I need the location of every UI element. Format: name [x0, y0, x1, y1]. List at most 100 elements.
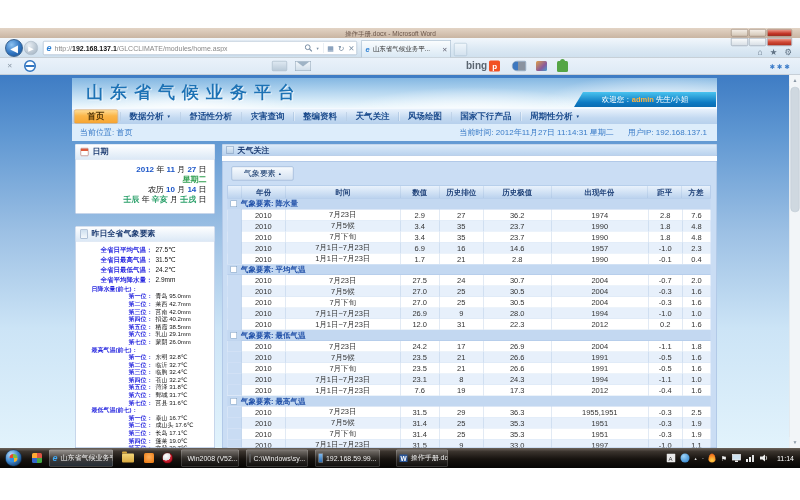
messenger-icon[interactable] — [681, 454, 690, 463]
taskbar-button-3[interactable]: 192.168.59.99... — [315, 450, 380, 467]
ie-minimize-button[interactable] — [731, 38, 748, 46]
word-close-button[interactable] — [767, 29, 792, 37]
taskbar-button-4[interactable]: W操作手册.docx .. — [396, 450, 448, 467]
cell: 2010 — [242, 297, 286, 308]
browser-tab[interactable]: e 山东省气候业务平... ✕ — [361, 40, 451, 58]
start-button[interactable] — [5, 450, 22, 467]
tab-favicon: e — [366, 45, 370, 54]
cell: 23.7 — [484, 220, 552, 231]
element-filter-button[interactable]: 气象要素▴ — [232, 167, 294, 181]
row-checkbox-cell — [228, 231, 242, 242]
address-bar[interactable]: e http://192.168.137.1/GLCCLIMATE/module… — [43, 41, 357, 55]
pinned-app-icon[interactable] — [32, 453, 42, 463]
cell: 7.6 — [683, 209, 711, 220]
show-hidden-icons[interactable]: ▴ — [695, 456, 697, 461]
volume-icon[interactable] — [760, 454, 769, 462]
player-app-icon[interactable] — [162, 453, 173, 464]
sidebar: 日期 2012 年 11 月 27 日 星期二 农历 10 月 14 日 壬辰 … — [75, 144, 215, 448]
ime-icon[interactable]: A — [667, 454, 676, 463]
mail-icon[interactable] — [295, 61, 311, 71]
addon-circle-icon[interactable] — [24, 60, 36, 72]
addon-paint-icon[interactable] — [536, 61, 547, 71]
page-scrollbar[interactable]: ▲ ▼ — [789, 75, 800, 448]
row-checkbox-cell — [228, 374, 242, 385]
nav-item-天气关注[interactable]: 天气关注 — [346, 109, 398, 125]
cell: 1990 — [552, 253, 649, 264]
favorites-star-icon[interactable]: ★ — [770, 48, 778, 57]
addon-puzzle-icon[interactable] — [557, 61, 568, 72]
card-icon[interactable] — [272, 61, 287, 71]
bing-logo: bing — [466, 60, 487, 72]
ie-maximize-button[interactable] — [749, 38, 766, 46]
nav-item-整编资料[interactable]: 整编资料 — [294, 109, 346, 125]
group-checkbox[interactable] — [231, 332, 238, 339]
cell: -0.7 — [649, 275, 683, 286]
cell: 7月1日~7月23日 — [286, 242, 401, 253]
group-checkbox[interactable] — [231, 398, 238, 405]
table-row: 20107月23日2.92736.219742.87.6 — [228, 209, 711, 220]
taskbar-button-0[interactable]: e山东省气候业务平... — [49, 450, 113, 467]
refresh-icon[interactable]: ↻ — [338, 44, 344, 53]
taskbar: e山东省气候业务平... Win2008 (V52... C:\Windows\sy… — [0, 448, 800, 468]
cell: 2010 — [242, 363, 286, 374]
scroll-down-icon[interactable]: ▼ — [790, 437, 800, 448]
nav-item-数据分析[interactable]: 数据分析▼ — [121, 109, 180, 125]
cell: 7月23日 — [286, 407, 401, 418]
taskbar-button-2[interactable]: C:\Windows\sy... — [246, 450, 308, 467]
nav-item-舒适性分析[interactable]: 舒适性分析 — [180, 109, 241, 125]
flame-icon[interactable] — [709, 454, 716, 463]
group-checkbox[interactable] — [231, 266, 238, 273]
group-checkbox[interactable] — [231, 200, 238, 207]
network-icon[interactable] — [746, 454, 755, 462]
media-app-icon[interactable] — [144, 453, 154, 463]
scroll-up-icon[interactable]: ▲ — [790, 75, 800, 86]
group-label: 气象要素: 降水量 — [241, 199, 298, 209]
cell: 25 — [440, 429, 484, 440]
table-row: 20107月5候3.43523.719901.84.8 — [228, 220, 711, 231]
word-maximize-button[interactable] — [749, 29, 766, 37]
nav-item-周期性分析[interactable]: 周期性分析▼ — [521, 109, 589, 125]
nav-item-灾害查询[interactable]: 灾害查询 — [241, 109, 293, 125]
bing-search-box[interactable]: bing p — [466, 60, 500, 72]
sidebar-section-header: 日降水量(前七)： — [78, 285, 213, 293]
nav-item-国家下行产品[interactable]: 国家下行产品 — [451, 109, 520, 125]
cell: 31.4 — [401, 418, 440, 429]
home-icon[interactable]: ⌂ — [758, 48, 763, 57]
new-tab-button[interactable] — [454, 43, 467, 56]
nav-item-首页[interactable]: 首页 — [74, 110, 118, 124]
search-icon[interactable] — [305, 44, 313, 52]
toolbar-overflow-icon[interactable]: ✱✱✱ — [770, 63, 792, 71]
dash-icon: - — [702, 455, 704, 461]
cell: 7月5候 — [286, 418, 401, 429]
taskbar-button-1[interactable]: Win2008 (V52... — [181, 450, 239, 467]
tab-close-icon[interactable]: ✕ — [442, 45, 447, 53]
addon-media-icon[interactable] — [512, 61, 526, 71]
row-checkbox-cell — [228, 242, 242, 253]
forward-button[interactable]: ▶ — [24, 41, 38, 55]
cell: 3.4 — [401, 220, 440, 231]
cell: 2004 — [552, 286, 649, 297]
search-dropdown-icon[interactable]: ▾ — [317, 46, 319, 51]
back-button[interactable]: ◀ — [5, 39, 23, 57]
nav-item-风场绘图[interactable]: 风场绘图 — [399, 109, 451, 125]
sidebar-section-header: 最低气温(前七)： — [78, 407, 213, 415]
cell: 26.6 — [484, 363, 552, 374]
cell: 35 — [440, 220, 484, 231]
close-toolbar-icon[interactable]: ✕ — [7, 62, 12, 70]
cell: 4.8 — [683, 231, 711, 242]
date-info: 2012 年 11 月 27 日 星期二 农历 10 月 14 日 壬辰 年 辛… — [76, 160, 215, 204]
cell: 25 — [440, 297, 484, 308]
settings-gear-icon[interactable]: ⚙ — [784, 48, 792, 57]
word-minimize-button[interactable] — [731, 29, 748, 37]
cell: 25 — [440, 286, 484, 297]
action-center-flag-icon[interactable]: ⚑ — [721, 454, 727, 462]
stop-icon[interactable]: ✕ — [348, 44, 354, 53]
row-checkbox-cell — [228, 220, 242, 231]
folder-icon[interactable] — [122, 454, 134, 463]
ie-close-button[interactable] — [767, 38, 792, 46]
calendar-icon — [81, 148, 89, 156]
compatibility-icon[interactable]: ▦ — [327, 44, 334, 52]
scrollbar-thumb[interactable] — [791, 87, 800, 212]
display-icon[interactable] — [732, 454, 741, 462]
group-label: 气象要素: 平均气温 — [241, 265, 306, 275]
